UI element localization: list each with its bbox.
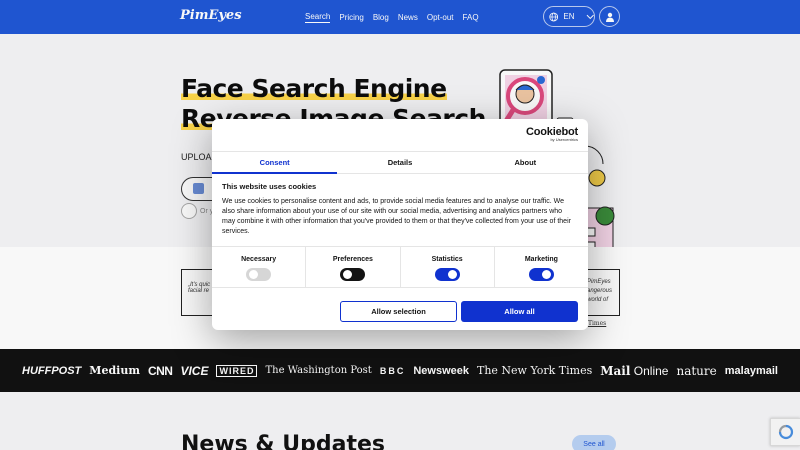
switch-knob: [249, 270, 259, 279]
cookie-heading: This website uses cookies: [222, 182, 317, 191]
cookie-body: This website uses cookies We use cookies…: [222, 182, 572, 237]
toggle-necessary-group: Necessary: [212, 247, 307, 287]
statistics-switch[interactable]: [434, 268, 460, 281]
tab-about[interactable]: About: [463, 152, 588, 173]
divider: [212, 287, 588, 288]
toggle-label: Necessary: [241, 256, 277, 263]
cookiebot-logo: Cookiebot by Usercentrics: [526, 126, 578, 142]
toggle-label: Marketing: [524, 256, 558, 263]
tab-details[interactable]: Details: [337, 152, 462, 173]
toggle-marketing-group: Marketing: [495, 247, 588, 287]
allow-all-button[interactable]: Allow all: [461, 301, 578, 322]
cookie-category-toggles: Necessary Preferences Statistics Marketi…: [212, 247, 588, 287]
toggle-label: Statistics: [431, 256, 463, 263]
switch-knob: [447, 270, 457, 279]
switch-knob: [343, 270, 353, 279]
cookie-tabs: Consent Details About: [212, 151, 588, 174]
cookie-description: We use cookies to personalise content an…: [222, 198, 571, 235]
toggle-label: Preferences: [332, 256, 373, 263]
switch-knob: [541, 270, 551, 279]
necessary-switch: [246, 268, 272, 281]
tab-consent[interactable]: Consent: [212, 152, 338, 174]
allow-selection-button[interactable]: Allow selection: [340, 301, 457, 322]
toggle-preferences-group: Preferences: [306, 247, 401, 287]
cookie-consent-dialog: Cookiebot by Usercentrics Consent Detail…: [212, 119, 588, 330]
marketing-switch[interactable]: [528, 268, 554, 281]
preferences-switch[interactable]: [340, 268, 366, 281]
toggle-statistics-group: Statistics: [401, 247, 495, 287]
